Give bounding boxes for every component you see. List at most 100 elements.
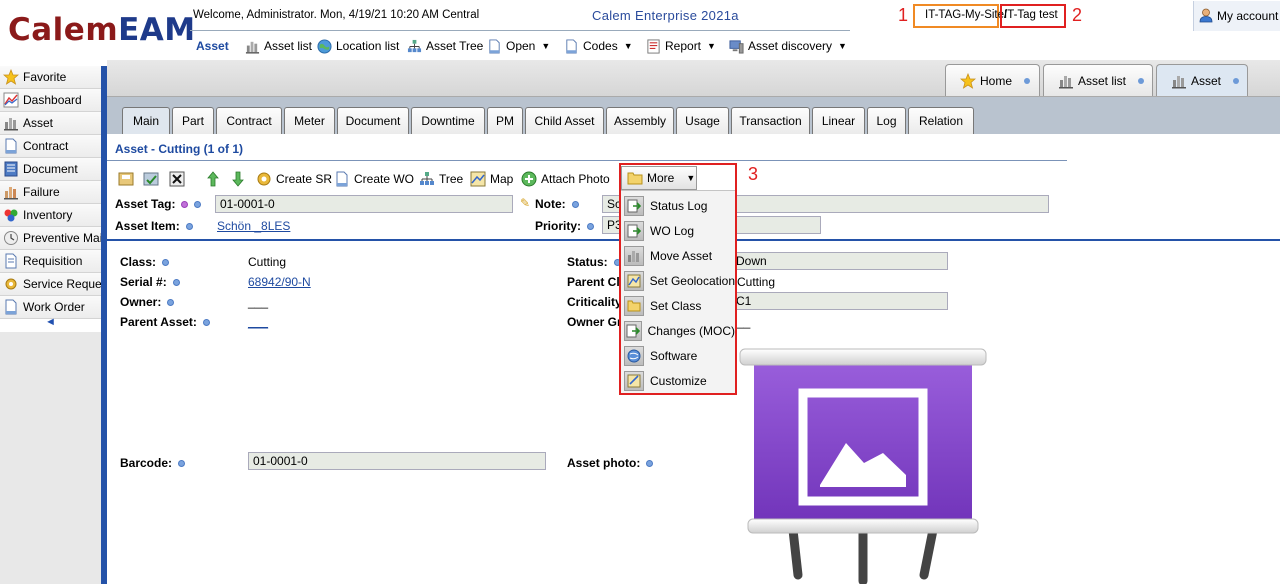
toolbar-report[interactable]: Report ▼ <box>646 36 716 56</box>
toolbar-open[interactable]: Open ▼ <box>487 36 550 56</box>
sidebar-item-failure[interactable]: Failure <box>0 181 101 204</box>
barcode-label: Barcode: <box>120 456 186 470</box>
criticality-field[interactable]: C1 <box>731 292 948 310</box>
tree-icon <box>407 39 422 52</box>
subtab-contract[interactable]: Contract <box>216 107 282 134</box>
save-close-button[interactable] <box>143 170 163 188</box>
globe-icon <box>317 38 332 54</box>
create-wo-button[interactable]: Create WO <box>334 170 414 188</box>
subtab-usage[interactable]: Usage <box>676 107 729 134</box>
sidebar-item-preventive-maintenance[interactable]: Preventive Maintenance <box>0 227 101 250</box>
site-label[interactable]: IT-TAG-My-Site/ <box>925 9 1007 21</box>
arrow-up-icon <box>207 171 219 187</box>
info-icon[interactable] <box>587 223 595 231</box>
sidebar-item-document[interactable]: Document <box>0 158 101 181</box>
sidebar-splitter[interactable] <box>101 66 107 584</box>
tab-home[interactable]: Home <box>945 64 1040 96</box>
asset-icon <box>4 118 18 131</box>
tab-close-icon[interactable] <box>1138 77 1145 84</box>
sidebar-item-requisition[interactable]: Requisition <box>0 250 101 273</box>
asset-item-label: Asset Item: <box>115 219 193 233</box>
user-icon <box>1199 8 1213 23</box>
status-field[interactable]: Down <box>731 252 948 270</box>
info-icon[interactable] <box>172 279 180 287</box>
sidebar-item-dashboard[interactable]: Dashboard <box>0 89 101 112</box>
subtab-main[interactable]: Main <box>122 107 170 134</box>
asset-icon <box>1172 75 1186 88</box>
info-icon[interactable] <box>202 319 210 327</box>
toolbar-location-list[interactable]: Location list <box>317 36 399 56</box>
info-icon[interactable] <box>178 460 186 468</box>
pencil-icon[interactable]: ✎ <box>520 196 530 210</box>
document-icon <box>336 171 348 187</box>
subtab-linear[interactable]: Linear <box>812 107 865 134</box>
tab-close-icon[interactable] <box>1024 77 1031 84</box>
subtab-relation[interactable]: Relation <box>908 107 974 134</box>
owner-value[interactable]: ___ <box>248 295 268 309</box>
info-icon[interactable] <box>571 201 579 209</box>
my-account-button[interactable]: My account <box>1193 1 1280 31</box>
info-icon[interactable] <box>646 460 654 468</box>
subtab-downtime[interactable]: Downtime <box>411 107 485 134</box>
asset-list-icon <box>1059 75 1073 88</box>
sidebar-item-favorite[interactable]: Favorite <box>0 66 101 89</box>
toolbar-asset-tree[interactable]: Asset Tree <box>407 36 483 56</box>
barcode-field[interactable]: 01-0001-0 <box>248 452 546 470</box>
info-icon[interactable] <box>194 201 202 209</box>
save-button[interactable] <box>118 170 138 188</box>
parent-class-value: Cutting <box>737 275 776 289</box>
tab-asset-list[interactable]: Asset list <box>1043 64 1153 96</box>
sidebar-item-contract[interactable]: Contract <box>0 135 101 158</box>
page-title: Asset - Cutting (1 of 1) <box>115 142 243 156</box>
parent-class-label: Parent Cl <box>567 275 620 289</box>
tree-button[interactable]: Tree <box>419 170 463 188</box>
parent-asset-link[interactable]: ___ <box>248 315 268 329</box>
tag-label[interactable]: IT-Tag test <box>1004 9 1058 21</box>
info-icon[interactable] <box>167 299 175 307</box>
subtab-transaction[interactable]: Transaction <box>731 107 810 134</box>
owner-group-value[interactable]: __ <box>737 315 750 329</box>
chart-icon <box>3 92 19 108</box>
asset-tag-field[interactable]: 01-0001-0 <box>215 195 513 213</box>
next-button[interactable] <box>230 170 250 188</box>
toolbar-asset-list[interactable]: Asset list <box>245 36 312 56</box>
requisition-icon <box>5 253 17 269</box>
tab-asset[interactable]: Asset <box>1156 64 1248 96</box>
subtab-child-asset[interactable]: Child Asset <box>525 107 604 134</box>
subtab-pm[interactable]: PM <box>487 107 523 134</box>
sidebar-item-inventory[interactable]: Inventory <box>0 204 101 227</box>
attach-photo-button[interactable]: Attach Photo <box>521 170 610 188</box>
annotation-number-2: 2 <box>1072 5 1083 25</box>
sidebar-collapse-button[interactable]: ◄ <box>0 316 101 332</box>
subtab-document[interactable]: Document <box>337 107 409 134</box>
sidebar-item-asset[interactable]: Asset <box>0 112 101 135</box>
status-label: Status: <box>567 255 621 269</box>
clock-icon <box>4 231 18 245</box>
document-icon <box>4 161 18 177</box>
create-sr-button[interactable]: Create SR <box>256 170 332 188</box>
asset-item-link[interactable]: Schön _8LES <box>217 219 290 233</box>
note-label: Note: <box>535 197 579 211</box>
close-icon <box>169 171 185 187</box>
subtab-meter[interactable]: Meter <box>284 107 335 134</box>
asset-photo-placeholder[interactable] <box>738 345 988 584</box>
cancel-button[interactable] <box>169 170 189 188</box>
class-value: Cutting <box>248 255 287 269</box>
toolbar-codes[interactable]: Codes ▼ <box>564 36 633 56</box>
subtab-assembly[interactable]: Assembly <box>606 107 674 134</box>
subtab-log[interactable]: Log <box>867 107 906 134</box>
chevron-down-icon: ▼ <box>541 41 551 51</box>
info-icon[interactable] <box>162 259 170 267</box>
serial-link[interactable]: 68942/90-N <box>248 275 311 289</box>
tab-close-icon[interactable] <box>1233 77 1240 84</box>
class-label: Class: <box>120 255 170 269</box>
info-icon[interactable] <box>185 223 193 231</box>
toolbar-asset[interactable]: Asset <box>196 36 229 56</box>
toolbar-asset-discovery[interactable]: Asset discovery ▼ <box>729 36 847 56</box>
previous-button[interactable] <box>205 170 225 188</box>
sidebar-item-service-request[interactable]: Service Request <box>0 273 101 296</box>
owner-group-label: Owner Gr <box>567 315 622 329</box>
sidebar-background <box>0 332 101 584</box>
map-button[interactable]: Map <box>470 170 513 188</box>
subtab-part[interactable]: Part <box>172 107 214 134</box>
